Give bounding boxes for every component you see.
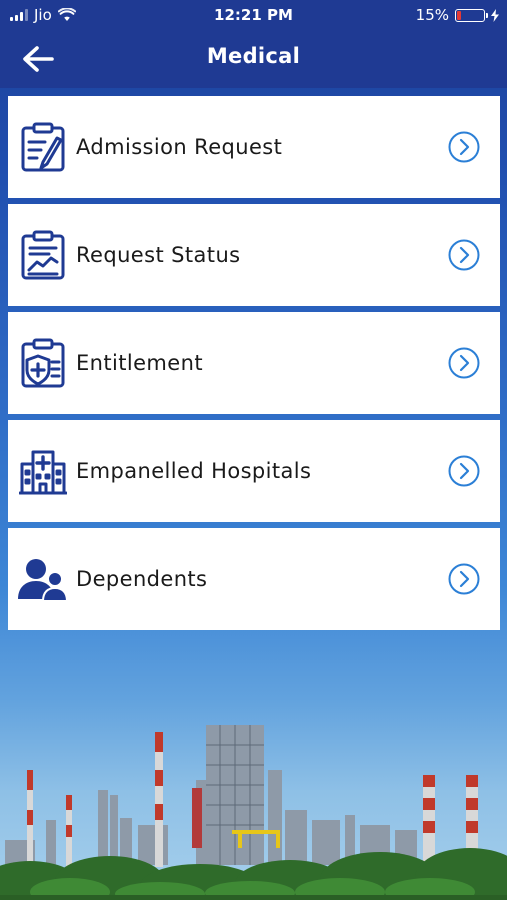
chevron-right-icon[interactable]: [448, 131, 480, 163]
menu-item-label: Empanelled Hospitals: [76, 459, 312, 483]
chevron-right-icon[interactable]: [448, 239, 480, 271]
battery-icon: [455, 8, 488, 22]
page-title: Medical: [206, 44, 301, 68]
menu-item-label: Request Status: [76, 243, 241, 267]
clipboard-chart-icon: [18, 230, 68, 280]
clipboard-edit-icon: [18, 122, 68, 172]
menu-item-entitlement[interactable]: Entitlement: [8, 312, 500, 414]
menu-item-label: Admission Request: [76, 135, 283, 159]
charging-bolt-icon: [491, 8, 499, 22]
menu-item-request-status[interactable]: Request Status: [8, 204, 500, 306]
status-bar: Jio 12:21 PM 15%: [0, 0, 507, 30]
menu-item-admission-request[interactable]: Admission Request: [8, 96, 500, 198]
app-header: Medical: [0, 30, 507, 88]
chevron-right-icon[interactable]: [448, 563, 480, 595]
chevron-right-icon[interactable]: [448, 347, 480, 379]
status-right: 15%: [416, 6, 499, 24]
hospital-building-icon: [18, 446, 68, 496]
medical-shield-icon: [18, 338, 68, 388]
battery-percent: 15%: [415, 6, 449, 24]
battery-level: [457, 10, 461, 20]
menu-item-label: Dependents: [76, 567, 208, 591]
menu-item-empanelled-hospitals[interactable]: Empanelled Hospitals: [8, 420, 500, 522]
chevron-right-icon[interactable]: [448, 455, 480, 487]
menu-list: Admission Request Request Status Entitle…: [8, 96, 500, 636]
people-icon: [18, 554, 68, 604]
menu-item-dependents[interactable]: Dependents: [8, 528, 500, 630]
menu-item-label: Entitlement: [76, 351, 203, 375]
refinery-skyline-illustration: [0, 725, 507, 900]
